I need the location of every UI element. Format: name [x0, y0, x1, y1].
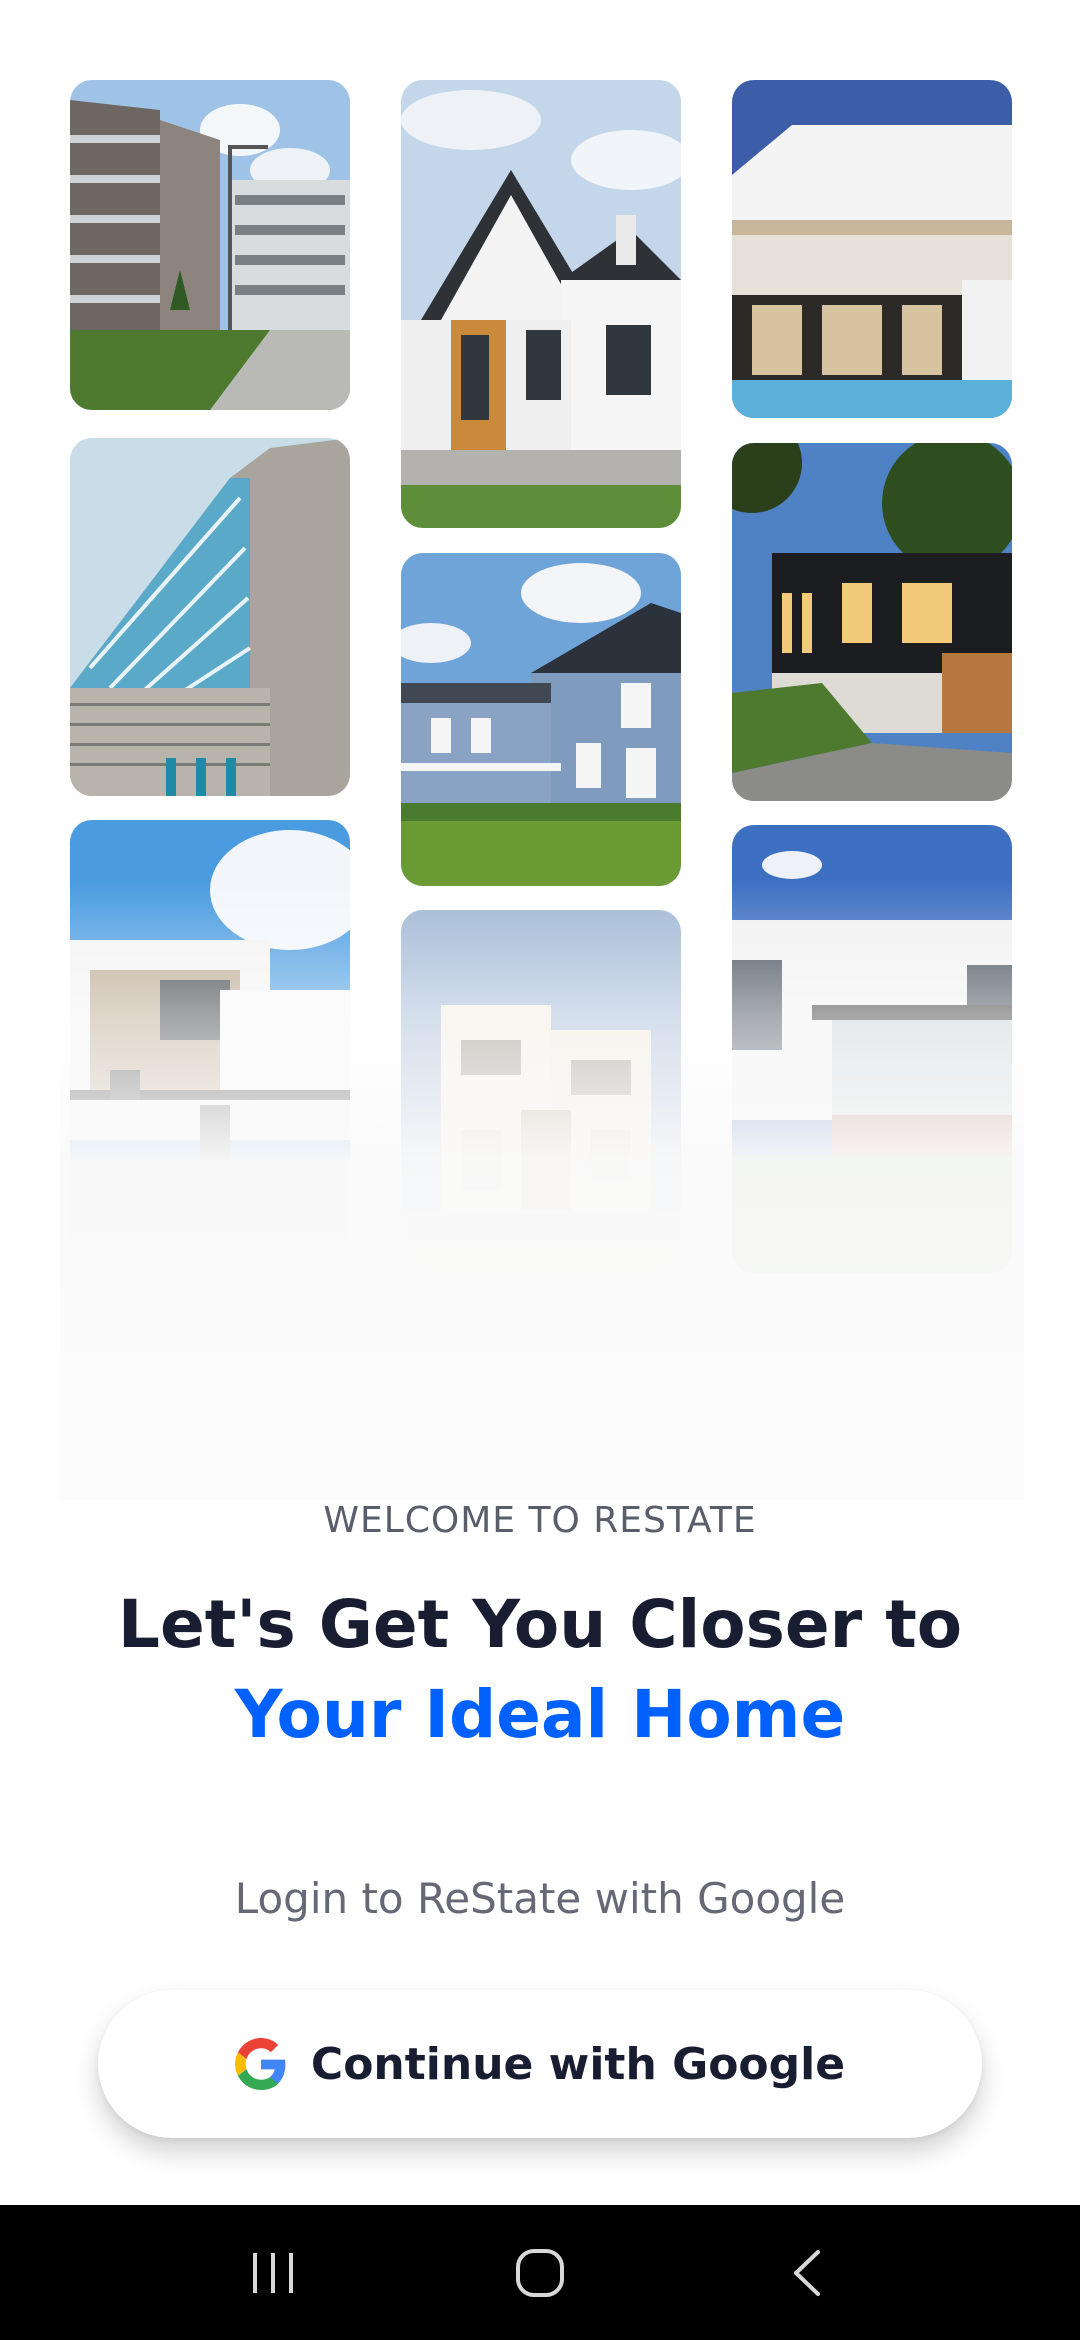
headline-line-1: Let's Get You Closer to [117, 1586, 963, 1663]
login-screen: WELCOME TO RESTATE Let's Get You Closer … [0, 0, 1080, 2340]
dark-timber-house-photo [732, 443, 1012, 801]
system-navigation-bar [0, 2205, 1080, 2340]
gabled-house-photo [401, 80, 681, 528]
welcome-eyebrow: WELCOME TO RESTATE [323, 1500, 757, 1541]
headline-line-2-accent: Your Ideal Home [234, 1676, 846, 1753]
white-villa-pool-photo [732, 80, 1012, 418]
welcome-headline: Let's Get You Closer to Your Ideal Home [0, 1580, 1080, 1760]
property-gallery [60, 60, 1024, 1500]
home-button[interactable] [480, 2223, 600, 2323]
back-button[interactable] [747, 2223, 867, 2323]
google-icon [234, 2038, 286, 2090]
angular-facade-photo [70, 438, 350, 796]
home-circle-icon [515, 2248, 564, 2297]
continue-with-google-button[interactable]: Continue with Google [98, 1990, 982, 2138]
blue-siding-house-photo [401, 553, 681, 886]
continue-with-google-label: Continue with Google [310, 2038, 846, 2090]
back-chevron-icon [793, 2249, 820, 2296]
gallery-fade-overlay [60, 880, 1024, 1500]
apartment-complex-photo [70, 80, 350, 410]
recents-icon [253, 2252, 294, 2293]
recents-button[interactable] [213, 2223, 333, 2323]
login-hint: Login to ReState with Google [234, 1874, 846, 1923]
